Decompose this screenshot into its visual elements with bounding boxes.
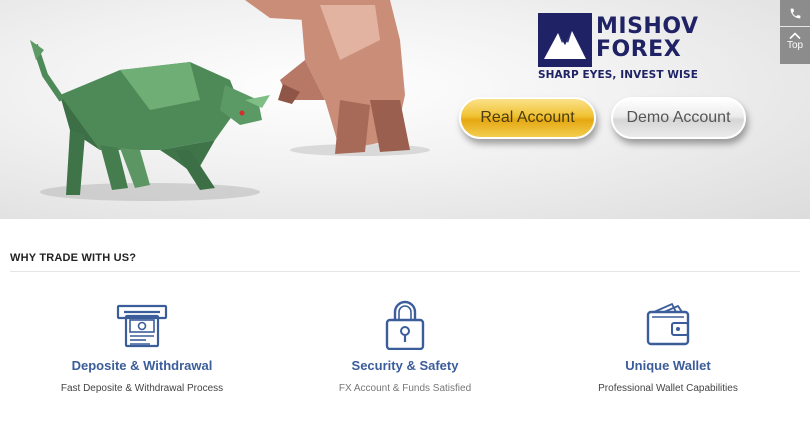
feature-title[interactable]: Unique Wallet bbox=[538, 358, 798, 373]
back-to-top-label: Top bbox=[786, 40, 804, 51]
section-divider bbox=[10, 271, 800, 272]
feature-description: Professional Wallet Capabilities bbox=[598, 383, 738, 394]
demo-account-button[interactable]: Demo Account bbox=[611, 97, 746, 139]
brand-mountain-icon bbox=[538, 13, 592, 67]
page: MISHOV FOREX SHARP EYES, INVEST WISE Rea… bbox=[0, 0, 810, 424]
hero-banner: MISHOV FOREX SHARP EYES, INVEST WISE Rea… bbox=[0, 0, 810, 219]
wallet-icon bbox=[646, 302, 690, 346]
brand-tagline: SHARP EYES, INVEST WISE bbox=[538, 69, 698, 81]
phone-icon bbox=[790, 8, 800, 18]
section-title: WHY TRADE WITH US? bbox=[10, 252, 137, 264]
bull-bear-illustration bbox=[30, 0, 430, 201]
padlock-icon bbox=[385, 300, 425, 350]
brand-name-line1: MISHOV bbox=[596, 14, 699, 39]
phone-contact-button[interactable] bbox=[780, 0, 810, 26]
atm-cash-icon bbox=[116, 304, 168, 348]
brand-name: MISHOV FOREX bbox=[596, 15, 698, 61]
brand-logo[interactable]: MISHOV FOREX SHARP EYES, INVEST WISE bbox=[538, 13, 698, 85]
real-account-button[interactable]: Real Account bbox=[459, 97, 596, 139]
feature-title[interactable]: Deposite & Withdrawal bbox=[12, 358, 272, 373]
feature-unique-wallet: Unique Wallet Professional Wallet Capabi… bbox=[538, 298, 798, 394]
feature-title[interactable]: Security & Safety bbox=[275, 358, 535, 373]
feature-deposit-withdrawal: Deposite & Withdrawal Fast Deposite & Wi… bbox=[12, 298, 272, 394]
feature-description: Fast Deposite & Withdrawal Process bbox=[60, 383, 224, 394]
feature-description: FX Account & Funds Satisfied bbox=[338, 383, 472, 394]
chevron-up-icon bbox=[789, 32, 801, 40]
back-to-top-button[interactable]: Top bbox=[780, 27, 810, 64]
feature-security-safety: Security & Safety FX Account & Funds Sat… bbox=[275, 298, 535, 394]
brand-name-line2: FOREX bbox=[596, 37, 682, 62]
